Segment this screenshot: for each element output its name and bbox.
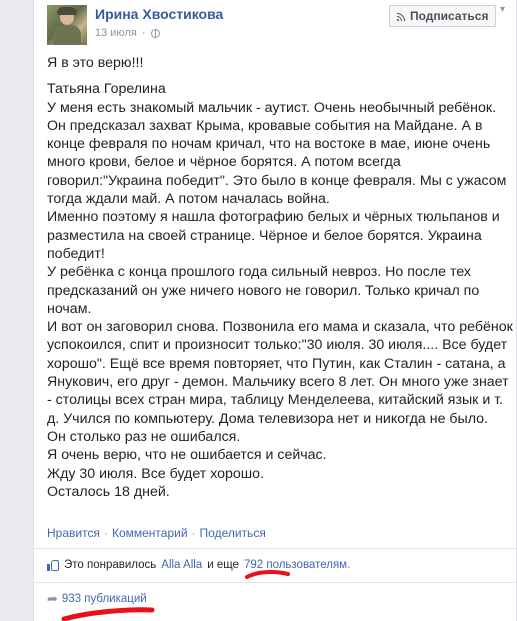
separator-dot: · — [103, 526, 108, 540]
post-paragraph: У ребёнка с конца прошлого года сильный … — [47, 264, 480, 317]
post-date[interactable]: 13 июля — [95, 27, 137, 39]
post-paragraph: Жду 30 июля. Все будет хорошо. — [47, 465, 265, 482]
post-paragraph: И вот он заговорил снова. Позвонила его … — [47, 319, 513, 427]
post-intro: Я в это верю!!! — [47, 55, 144, 71]
post-paragraph: Татьяна Горелина — [47, 81, 166, 98]
thumbs-up-icon — [47, 559, 59, 571]
globe-icon[interactable] — [150, 28, 160, 38]
post-paragraph: Именно поэтому я нашла фотографию белых … — [47, 209, 500, 262]
liker-name-link[interactable]: Alla Alla — [161, 559, 202, 571]
likes-suffix: пользователям. — [266, 559, 351, 571]
post-paragraph: Осталось 18 дней. — [47, 483, 170, 500]
post-card: Ирина Хвостикова 13 июля · ▾ Подписаться… — [33, 0, 517, 621]
rss-icon — [397, 12, 406, 21]
likes-count: 792 — [243, 559, 264, 571]
comment-link[interactable]: Комментарий — [112, 526, 188, 540]
post-text: Я в это верю!!! Татьяна Горелина У меня … — [47, 54, 513, 501]
author-avatar[interactable] — [47, 5, 87, 45]
subscribe-button[interactable]: Подписаться — [389, 5, 497, 27]
divider — [34, 548, 516, 549]
likes-middle: и еще — [207, 559, 239, 571]
post-paragraph: У меня есть знакомый мальчик - аутист. О… — [47, 99, 507, 208]
shares-summary[interactable]: ➦ 933 публикаций — [47, 591, 147, 607]
likes-count-link[interactable]: 792 пользователям. — [244, 559, 350, 571]
likes-prefix: Это понравилось — [64, 559, 157, 571]
separator-dot: · — [191, 526, 196, 540]
likes-summary: Это понравилось Alla Alla и еще 792 поль… — [47, 559, 350, 571]
share-arrow-icon: ➦ — [47, 591, 58, 606]
like-link[interactable]: Нравится — [47, 526, 100, 540]
shares-count-link[interactable]: 933 публикаций — [62, 593, 147, 605]
post-meta: 13 июля · — [95, 27, 160, 39]
chevron-down-icon[interactable]: ▾ — [496, 3, 509, 16]
post-actions: Нравится · Комментарий · Поделиться — [47, 526, 266, 540]
author-name[interactable]: Ирина Хвостикова — [95, 6, 223, 22]
post-paragraph: Он столько раз не ошибался. — [47, 428, 241, 445]
post-paragraph: Я очень верю, что не ошибается и сейчас. — [47, 447, 327, 464]
divider — [34, 582, 516, 583]
share-link[interactable]: Поделиться — [200, 526, 266, 540]
subscribe-label: Подписаться — [410, 9, 489, 23]
separator-dot: · — [141, 27, 146, 39]
